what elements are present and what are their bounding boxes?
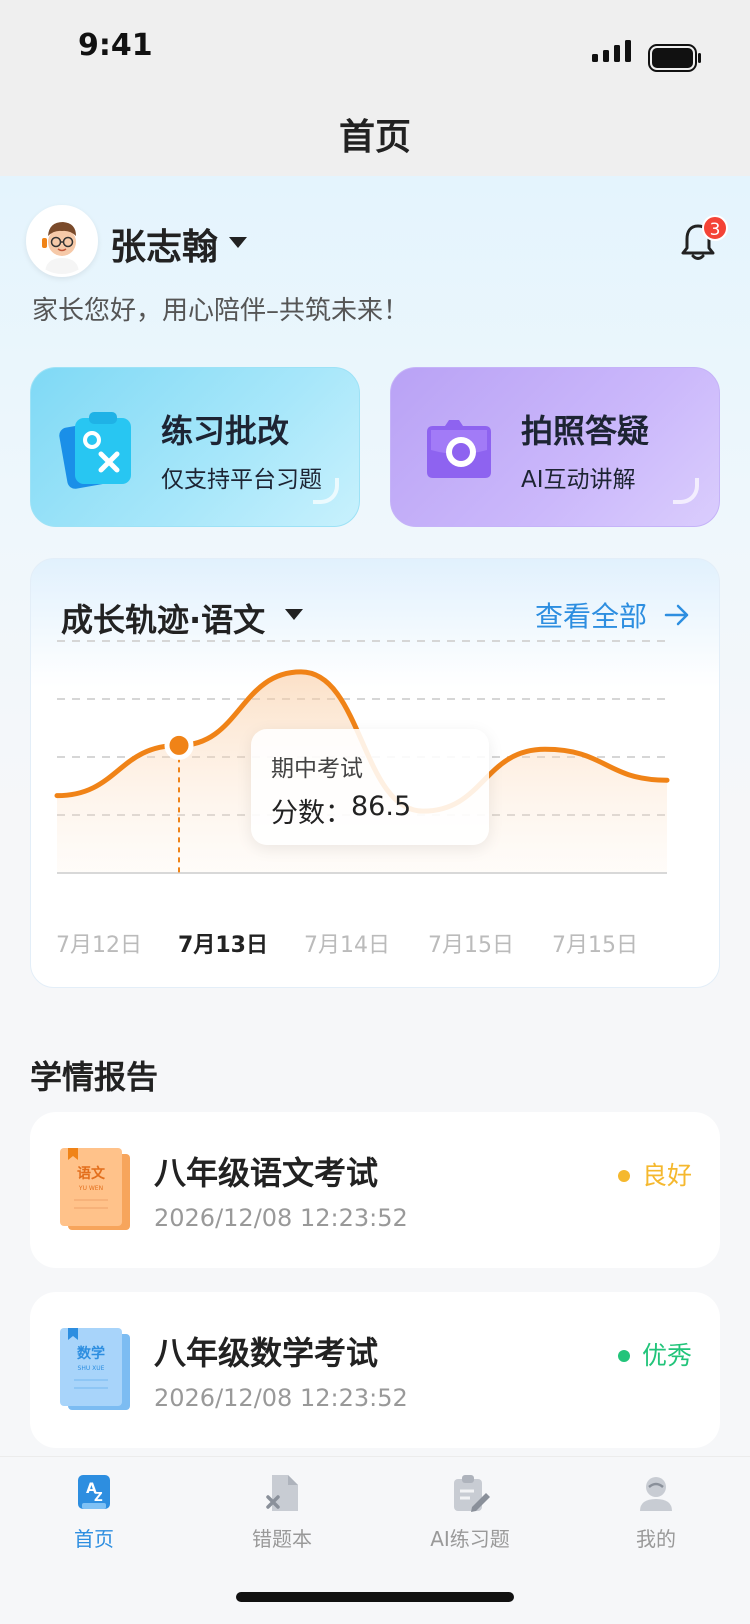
tab-label: 错题本 bbox=[252, 1527, 312, 1551]
report-title: 八年级数学考试 bbox=[154, 1334, 379, 1372]
report-title: 八年级语文考试 bbox=[154, 1154, 379, 1192]
svg-text:SHU XUE: SHU XUE bbox=[78, 1365, 105, 1372]
home-az-icon: A Z bbox=[78, 1475, 110, 1509]
ai-exercise-icon bbox=[454, 1475, 490, 1512]
wrong-book-icon bbox=[266, 1475, 298, 1511]
card-title: 练习批改 bbox=[161, 412, 290, 450]
svg-text:数学: 数学 bbox=[77, 1345, 105, 1362]
card-subtitle: 仅支持平台习题 bbox=[161, 467, 322, 493]
status-dot bbox=[618, 1170, 630, 1182]
tooltip-score-value: 86.5 bbox=[351, 791, 412, 822]
tab-profile[interactable]: 我的 bbox=[586, 1473, 726, 1552]
status-badge: 良好 bbox=[642, 1161, 693, 1190]
home-indicator bbox=[236, 1592, 514, 1602]
active-data-point[interactable] bbox=[164, 730, 194, 760]
battery-icon bbox=[648, 44, 701, 72]
x-tick-label[interactable]: 7月15日 bbox=[416, 927, 526, 959]
x-tick-label[interactable]: 7月13日 bbox=[168, 927, 278, 959]
corner-decoration bbox=[313, 478, 339, 504]
tab-home[interactable]: A Z 首页 bbox=[24, 1473, 164, 1552]
growth-chart-card: 成长轨迹·语文 查看全部 期中考试 分数： 86.5 7月12日 7月13日 7月1… bbox=[30, 558, 720, 988]
tab-ai-exercise[interactable]: AI练习题 bbox=[400, 1473, 540, 1552]
notification-badge: 3 bbox=[702, 215, 728, 241]
x-tick-label[interactable]: 7月15日 bbox=[540, 927, 650, 959]
tab-label: 我的 bbox=[636, 1527, 676, 1551]
photo-qa-card[interactable]: 拍照答疑 AI互动讲解 bbox=[390, 367, 720, 527]
avatar[interactable] bbox=[26, 205, 98, 277]
x-tick-label[interactable]: 7月12日 bbox=[44, 927, 154, 959]
corner-decoration bbox=[673, 478, 699, 504]
avatar-illustration bbox=[29, 208, 95, 274]
user-switch-caret-icon[interactable] bbox=[229, 237, 247, 248]
reports-section-title: 学情报告 bbox=[30, 1058, 159, 1096]
tooltip-score-label: 分数： bbox=[271, 798, 352, 829]
greeting-text: 家长您好，用心陪伴–共筑未来！ bbox=[32, 296, 410, 326]
report-time: 2026/12/08 12:23:52 bbox=[154, 1384, 408, 1412]
practice-icon bbox=[59, 412, 131, 489]
tab-label: 首页 bbox=[74, 1527, 114, 1551]
chinese-book-icon: 语文 YU WEN bbox=[60, 1148, 130, 1230]
practice-correction-card[interactable]: 练习批改 仅支持平台习题 bbox=[30, 367, 360, 527]
card-subtitle: AI互动讲解 bbox=[521, 467, 636, 493]
svg-text:YU WEN: YU WEN bbox=[78, 1185, 103, 1192]
camera-icon bbox=[427, 420, 491, 478]
x-tick-label[interactable]: 7月14日 bbox=[292, 927, 402, 959]
tab-label: AI练习题 bbox=[430, 1527, 510, 1551]
profile-icon bbox=[640, 1477, 672, 1511]
status-badge: 优秀 bbox=[642, 1341, 693, 1370]
svg-text:语文: 语文 bbox=[77, 1165, 106, 1182]
signal-icon bbox=[592, 40, 631, 62]
nav-bar: 首页 bbox=[0, 96, 750, 176]
tooltip-exam-name: 期中考试 bbox=[271, 756, 363, 782]
chart-tooltip: 期中考试 分数： 86.5 bbox=[251, 729, 489, 845]
page-title: 首页 bbox=[338, 117, 411, 158]
report-card-chinese[interactable]: 语文 YU WEN 八年级语文考试 2026/12/08 12:23:52 良好 bbox=[30, 1112, 720, 1268]
user-name[interactable]: 张志翰 bbox=[110, 218, 218, 270]
status-bar: 9:41 bbox=[0, 0, 750, 96]
tab-wrong-book[interactable]: 错题本 bbox=[212, 1473, 352, 1552]
status-time: 9:41 bbox=[78, 28, 153, 63]
report-time: 2026/12/08 12:23:52 bbox=[154, 1204, 408, 1232]
report-card-math[interactable]: 数学 SHU XUE 八年级数学考试 2026/12/08 12:23:52 优… bbox=[30, 1292, 720, 1448]
math-book-icon: 数学 SHU XUE bbox=[60, 1328, 130, 1410]
svg-text:Z: Z bbox=[94, 1490, 103, 1504]
card-title: 拍照答疑 bbox=[521, 412, 650, 450]
status-dot bbox=[618, 1350, 630, 1362]
